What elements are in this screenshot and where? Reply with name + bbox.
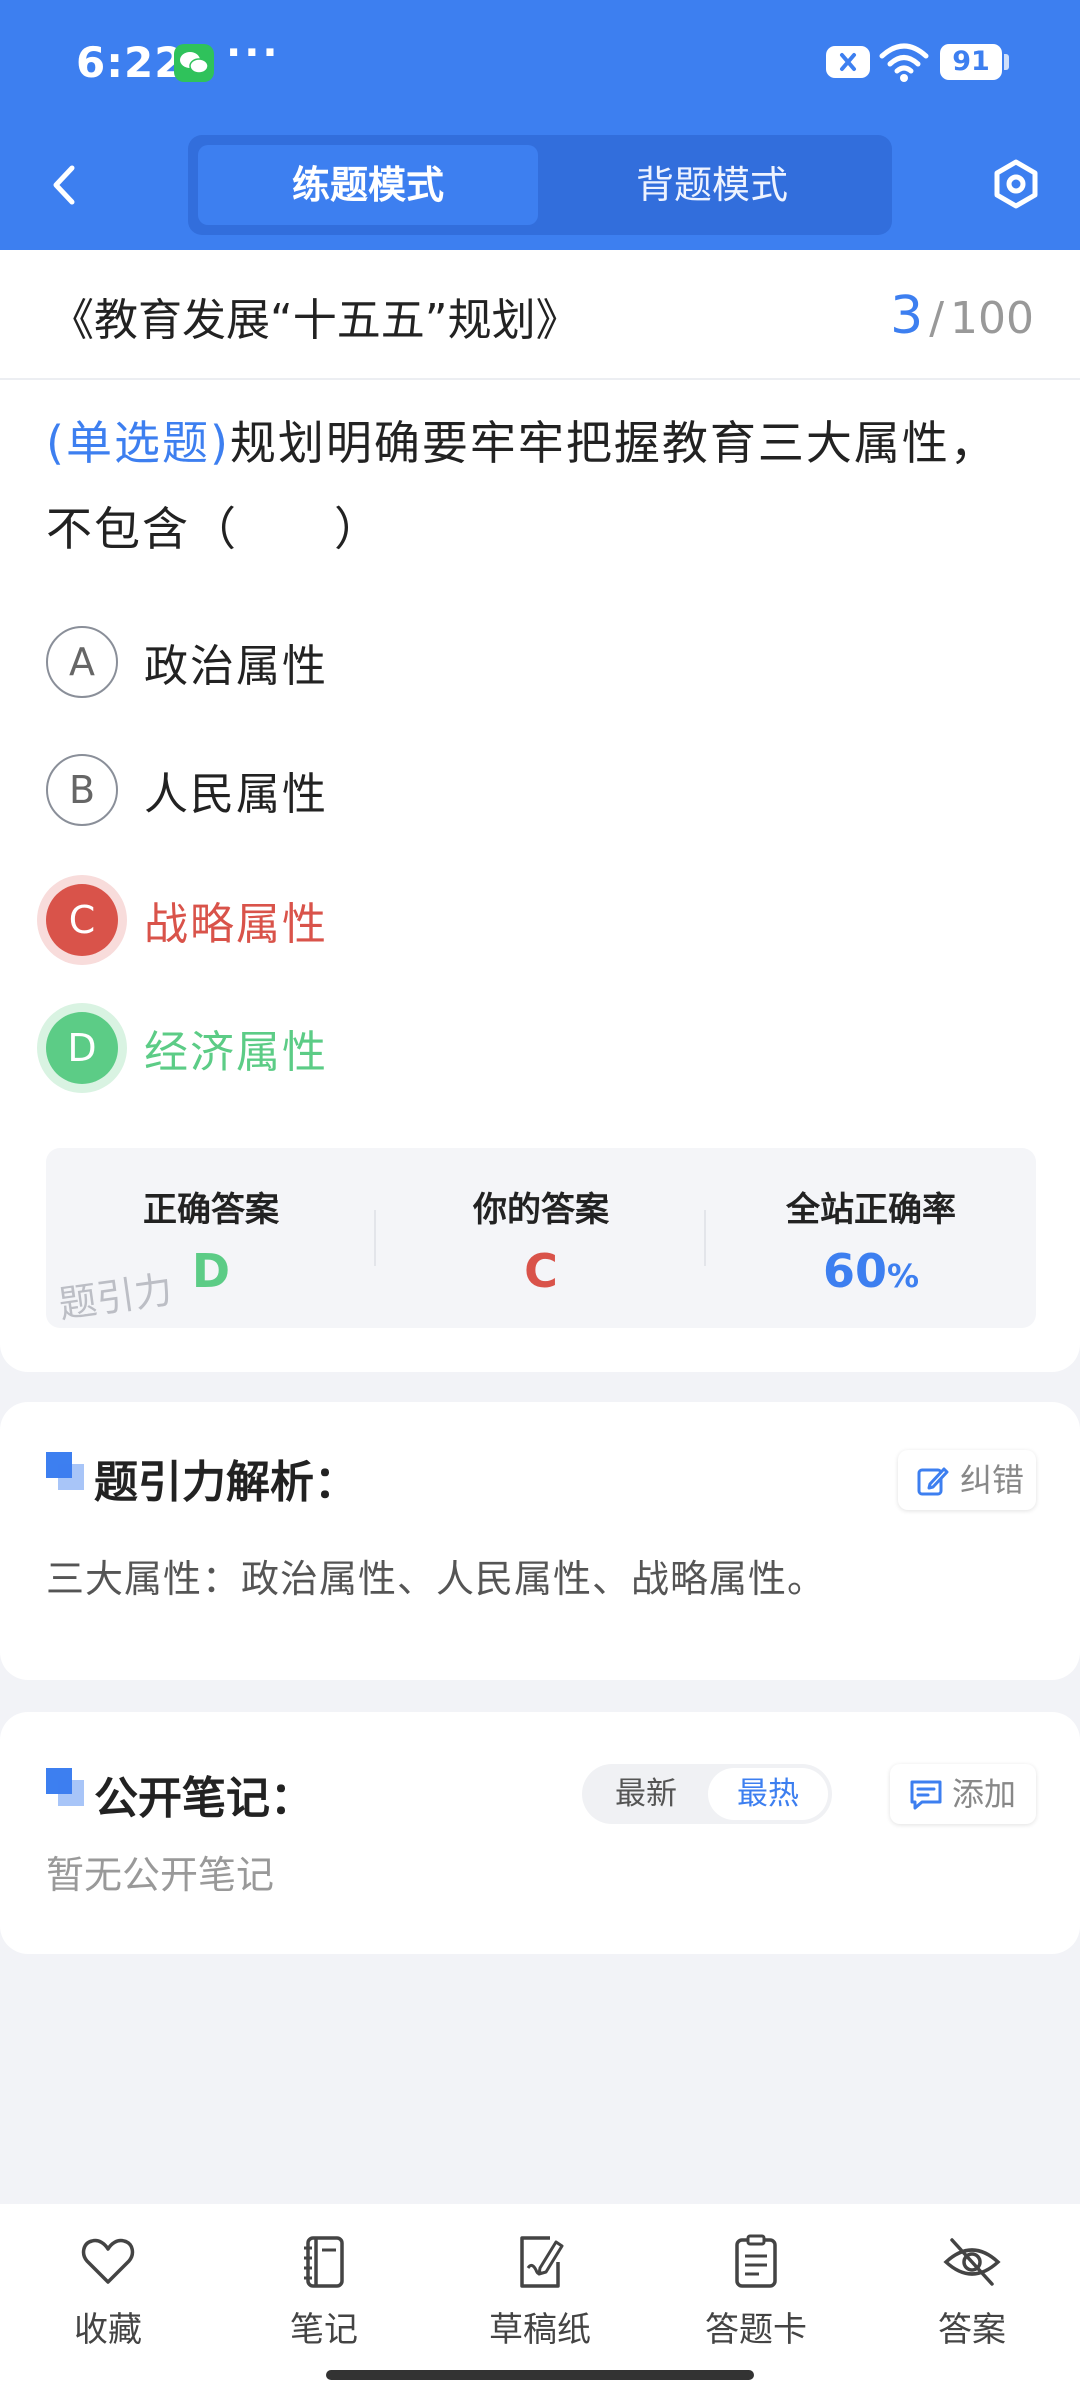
paper-title: 《教育发展“十五五”规划》 bbox=[50, 295, 580, 346]
tab-practice-mode[interactable]: 练题模式 bbox=[198, 145, 538, 225]
question-card: 《教育发展“十五五”规划》 3/100 (单选题)规划明确要牢牢把握教育三大属性… bbox=[0, 250, 1080, 1372]
report-error-label: 纠错 bbox=[960, 1461, 1025, 1499]
favorite-button[interactable]: 收藏 bbox=[8, 2232, 208, 2362]
section-marker-icon bbox=[46, 1452, 84, 1490]
mode-switch: 练题模式 背题模式 bbox=[188, 135, 892, 235]
question-stem: (单选题)规划明确要牢牢把握教育三大属性， 不包含（ ） bbox=[46, 400, 1036, 572]
analysis-card: 题引力解析： 纠错 三大属性：政治属性、人民属性、战略属性。 bbox=[0, 1402, 1080, 1680]
option-a[interactable]: A 政治属性 bbox=[46, 622, 946, 702]
notes-title: 公开笔记： bbox=[94, 1773, 314, 1824]
status-bar: 6:22 ··· 91 bbox=[0, 0, 1080, 125]
settings-icon[interactable] bbox=[990, 158, 1042, 214]
draft-paper-button[interactable]: 草稿纸 bbox=[440, 2232, 640, 2362]
battery-cap bbox=[1004, 54, 1009, 70]
question-type: (单选题) bbox=[46, 416, 230, 470]
heart-icon bbox=[81, 2238, 135, 2284]
back-arrow-icon[interactable] bbox=[44, 160, 84, 210]
progress-total: 100 bbox=[950, 293, 1034, 344]
notes-sort-toggle: 最新 最热 bbox=[582, 1764, 832, 1824]
notebook-icon bbox=[304, 2236, 344, 2288]
show-answer-button[interactable]: 答案 bbox=[872, 2232, 1072, 2362]
correct-answer-label: 正确答案 bbox=[143, 1190, 279, 1230]
report-error-button[interactable]: 纠错 bbox=[898, 1450, 1036, 1510]
accuracy-value: 60% bbox=[706, 1244, 1036, 1298]
title-divider bbox=[0, 378, 1080, 380]
analysis-text: 三大属性：政治属性、人民属性、战略属性。 bbox=[46, 1557, 827, 1601]
option-letter-b: B bbox=[46, 754, 118, 826]
sort-latest[interactable]: 最新 bbox=[586, 1768, 706, 1820]
app-header: 6:22 ··· 91 练题模式 背题模式 bbox=[0, 0, 1080, 250]
answer-sheet-icon bbox=[735, 2234, 777, 2288]
more-notifications-icon: ··· bbox=[226, 30, 281, 76]
accuracy-unit: % bbox=[886, 1257, 920, 1295]
comment-icon bbox=[910, 1780, 942, 1810]
home-indicator[interactable] bbox=[326, 2370, 754, 2380]
question-progress[interactable]: 3/100 bbox=[890, 286, 1034, 346]
option-text-b: 人民属性 bbox=[144, 769, 328, 820]
your-answer-value: C bbox=[524, 1244, 558, 1298]
status-time: 6:22 bbox=[76, 38, 185, 87]
section-marker-icon bbox=[46, 1768, 84, 1806]
progress-separator: / bbox=[929, 293, 945, 344]
wifi-icon bbox=[878, 40, 930, 88]
question-line-2: 不包含（ ） bbox=[46, 502, 382, 556]
analysis-title: 题引力解析： bbox=[94, 1457, 358, 1508]
option-d[interactable]: D 经济属性 bbox=[46, 1008, 946, 1088]
accuracy-number: 60 bbox=[822, 1244, 887, 1298]
eye-off-icon bbox=[943, 2238, 1001, 2286]
draft-paper-icon bbox=[520, 2236, 564, 2288]
option-letter-c: C bbox=[46, 884, 118, 956]
accuracy-col: 全站正确率 60% bbox=[706, 1148, 1036, 1328]
option-text-c: 战略属性 bbox=[144, 899, 328, 950]
empty-notes-text: 暂无公开笔记 bbox=[46, 1853, 275, 1897]
answer-summary: 正确答案 D 你的答案 C 全站正确率 60% 题引力 bbox=[46, 1148, 1036, 1328]
public-notes-card: 公开笔记： 最新 最热 添加 暂无公开笔记 bbox=[0, 1712, 1080, 1954]
add-note-button[interactable]: 添加 bbox=[890, 1764, 1036, 1824]
no-sim-icon bbox=[826, 46, 870, 78]
your-answer-label: 你的答案 bbox=[473, 1190, 609, 1230]
option-letter-d: D bbox=[46, 1012, 118, 1084]
answer-sheet-label: 答题卡 bbox=[705, 2310, 807, 2350]
wechat-notification-icon bbox=[174, 44, 214, 82]
tab-memorize-mode[interactable]: 背题模式 bbox=[542, 145, 882, 225]
question-line-1: 规划明确要牢牢把握教育三大属性， bbox=[229, 416, 998, 470]
draft-paper-label: 草稿纸 bbox=[489, 2310, 591, 2350]
accuracy-label: 全站正确率 bbox=[786, 1190, 956, 1230]
option-text-d: 经济属性 bbox=[144, 1027, 328, 1078]
notes-label: 笔记 bbox=[290, 2310, 358, 2350]
option-b[interactable]: B 人民属性 bbox=[46, 750, 946, 830]
your-answer-col: 你的答案 C bbox=[376, 1148, 706, 1328]
notes-button[interactable]: 笔记 bbox=[224, 2232, 424, 2362]
add-note-label: 添加 bbox=[952, 1775, 1017, 1813]
edit-icon bbox=[917, 1467, 949, 1496]
battery-indicator: 91 bbox=[940, 44, 1002, 80]
answer-sheet-button[interactable]: 答题卡 bbox=[656, 2232, 856, 2362]
sort-hot[interactable]: 最热 bbox=[708, 1768, 828, 1820]
option-letter-a: A bbox=[46, 626, 118, 698]
show-answer-label: 答案 bbox=[938, 2310, 1006, 2350]
progress-current: 3 bbox=[890, 286, 924, 346]
favorite-label: 收藏 bbox=[74, 2310, 142, 2350]
option-c[interactable]: C 战略属性 bbox=[46, 880, 946, 960]
option-text-a: 政治属性 bbox=[144, 641, 328, 692]
